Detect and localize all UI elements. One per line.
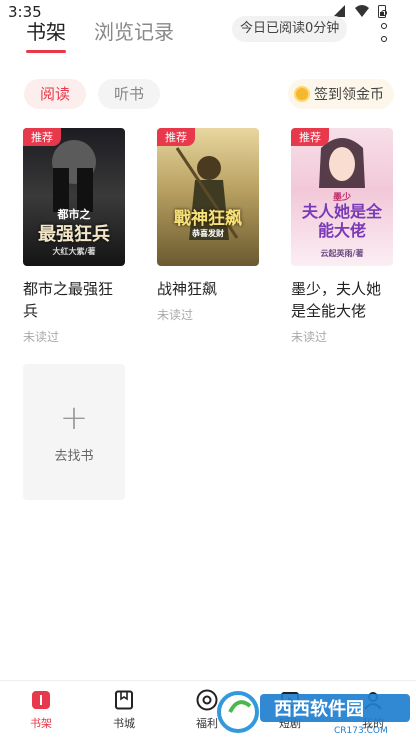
cover-art	[175, 147, 239, 240]
book-title[interactable]: 墨少，夫人她是全能大佬	[291, 278, 393, 322]
cover-author: 云起英雨/著	[320, 249, 364, 258]
header-tabs: 书架 浏览记录	[26, 16, 174, 53]
more-dot-icon	[381, 36, 387, 42]
plus-icon: +	[59, 397, 89, 438]
book-cover[interactable]: 推荐 墨少 夫人她是全能大佬 云起英雨/著	[291, 128, 393, 266]
cover-title: 夫人她是全能大佬	[301, 202, 382, 240]
svg-text:CR173.COM: CR173.COM	[334, 726, 388, 736]
book-read-status: 未读过	[291, 330, 328, 344]
wifi-icon	[355, 5, 369, 17]
book-cover[interactable]: 推荐 戰神狂飙 恭喜发财	[157, 128, 259, 266]
more-dot-icon	[381, 23, 387, 29]
bookstore-icon	[113, 689, 135, 711]
nav-label: 福利	[196, 717, 218, 730]
tab-bookshelf[interactable]: 书架	[26, 16, 66, 53]
recommend-badge: 推荐	[23, 128, 61, 146]
checkin-label: 签到领金币	[314, 87, 384, 103]
mode-tabs: 阅读 听书	[24, 79, 161, 109]
welfare-icon	[196, 689, 218, 711]
nav-bookstore[interactable]: 书城	[94, 689, 154, 731]
reading-time-badge[interactable]: 今日已阅读0分钟	[232, 16, 348, 42]
book-read-status: 未读过	[23, 330, 60, 344]
recommend-badge: 推荐	[291, 128, 329, 146]
nav-label: 书架	[30, 717, 52, 730]
tab-read[interactable]: 阅读	[24, 79, 87, 109]
tab-browse-history[interactable]: 浏览记录	[94, 16, 174, 45]
tab-listen[interactable]: 听书	[98, 79, 161, 109]
find-book-label: 去找书	[54, 448, 94, 464]
book-item[interactable]: 推荐 都市之 最强狂兵 大红大紫/著 都市之最强狂兵 未读过	[23, 128, 125, 345]
find-book-button[interactable]: + 去找书	[23, 364, 125, 500]
book-title[interactable]: 战神狂飙	[157, 278, 259, 300]
book-item[interactable]: 推荐 墨少 夫人她是全能大佬 云起英雨/著 墨少，夫人她是全能大佬 未读过	[291, 128, 393, 345]
svg-text:西西软件园: 西西软件园	[274, 698, 364, 720]
status-icons	[332, 4, 386, 18]
nav-label: 书城	[113, 717, 135, 730]
cover-title: 戰神狂飙	[174, 209, 242, 229]
book-cover[interactable]: 推荐 都市之 最强狂兵 大红大紫/著	[23, 128, 125, 266]
more-menu-button[interactable]	[380, 10, 388, 42]
book-read-status: 未读过	[157, 308, 194, 322]
watermark-logo: 西西软件园 CR173.COM	[217, 691, 410, 736]
nav-bookshelf[interactable]: 书架	[11, 689, 71, 731]
bookshelf-icon	[30, 689, 52, 711]
watermark: 西西软件园 CR173.COM	[216, 688, 412, 736]
cover-author: 大红大紫/著	[52, 247, 96, 256]
more-dot-icon	[381, 10, 387, 16]
cover-title: 最强狂兵	[38, 224, 110, 245]
checkin-button[interactable]: 签到领金币	[288, 79, 394, 109]
coin-icon	[294, 86, 310, 102]
book-item[interactable]: 推荐 戰神狂飙 恭喜发财 战神狂飙 未读过	[157, 128, 259, 323]
cover-author: 恭喜发财	[192, 229, 224, 238]
book-title[interactable]: 都市之最强狂兵	[23, 278, 125, 322]
recommend-badge: 推荐	[157, 128, 195, 146]
